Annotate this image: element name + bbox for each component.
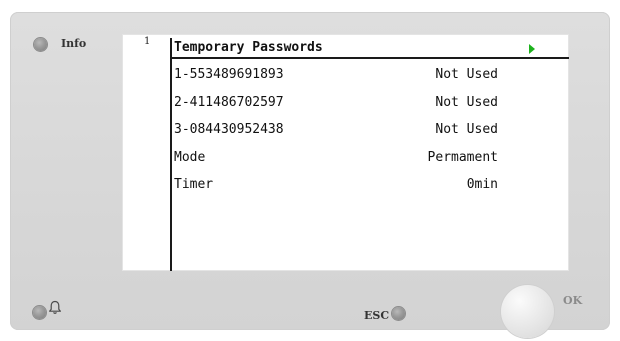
page-number: 1 xyxy=(144,36,151,47)
info-led-button[interactable] xyxy=(34,38,47,51)
timer-value: 0min xyxy=(466,177,498,192)
mode-value: Permament xyxy=(427,150,498,165)
password-3-label: 3-084430952438 xyxy=(174,122,284,137)
password-3-status: Not Used xyxy=(435,122,498,137)
esc-led-button[interactable] xyxy=(392,307,405,320)
password-2-label: 2-411486702597 xyxy=(174,95,284,110)
password-1-label: 1-553489691893 xyxy=(174,67,284,82)
timer-label: Timer xyxy=(174,177,214,192)
password-2-status: Not Used xyxy=(435,95,498,110)
esc-label: ESC xyxy=(364,309,390,322)
info-label: Info xyxy=(61,37,87,50)
screen-title: Temporary Passwords xyxy=(174,40,323,55)
ok-label: OK xyxy=(563,294,583,307)
mode-label: Mode xyxy=(174,150,206,165)
screen-divider xyxy=(170,38,172,271)
ok-knob-button[interactable] xyxy=(501,285,554,338)
password-1-status: Not Used xyxy=(435,67,498,82)
alarm-led-button[interactable] xyxy=(33,306,46,319)
header-rule xyxy=(170,57,569,59)
bell-icon xyxy=(49,300,61,314)
play-arrow-icon[interactable] xyxy=(529,44,535,54)
